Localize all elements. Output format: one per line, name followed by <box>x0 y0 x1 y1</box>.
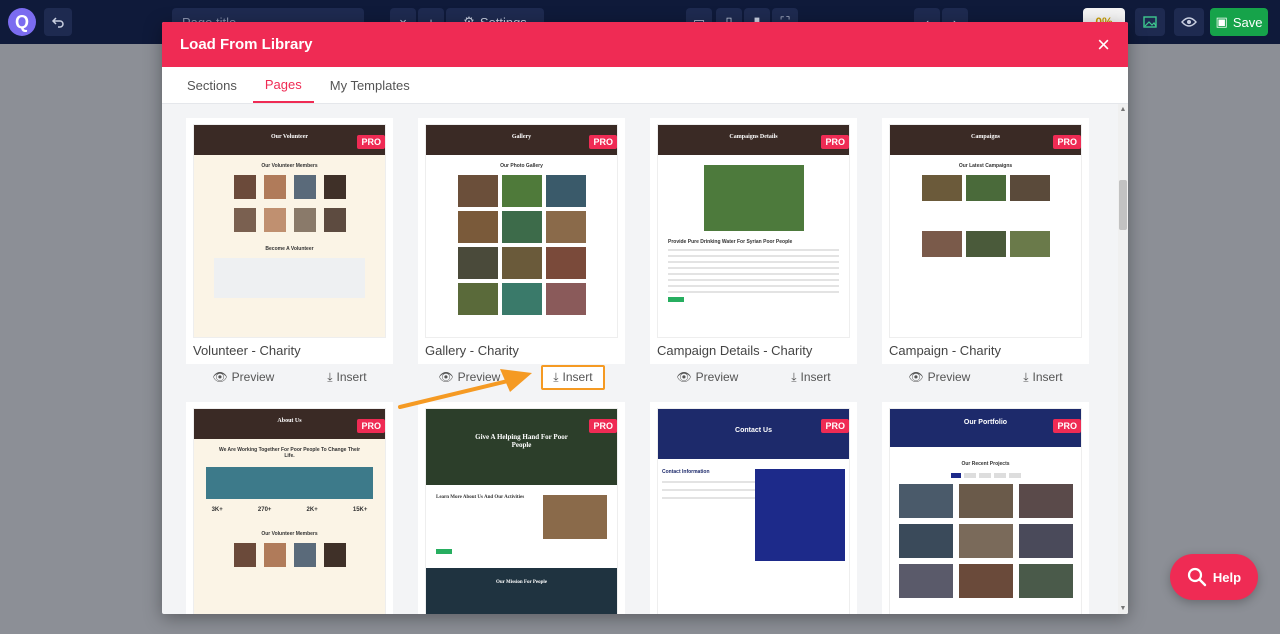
search-icon <box>1187 567 1207 587</box>
template-card: About Us We Are Working Together For Poo… <box>186 402 393 614</box>
close-button[interactable]: × <box>1097 33 1110 56</box>
pro-badge: PRO <box>1053 419 1081 433</box>
pro-badge: PRO <box>821 419 849 433</box>
template-card: Campaigns Our Latest Campaigns PRO Campa… <box>882 118 1089 390</box>
image-icon <box>1143 16 1157 28</box>
pro-badge: PRO <box>1053 135 1081 149</box>
modal-header: Load From Library × <box>162 22 1128 67</box>
tab-my-templates[interactable]: My Templates <box>318 67 422 103</box>
template-grid: Our Volunteer Our Volunteer Members Beco… <box>162 104 1118 614</box>
preview-button[interactable]: 👁 Preview <box>908 370 970 384</box>
template-card: Contact Us Contact Information PRO <box>650 402 857 614</box>
template-thumbnail[interactable]: About Us We Are Working Together For Poo… <box>193 408 386 614</box>
modal-title: Load From Library <box>180 36 313 53</box>
template-thumbnail[interactable]: Gallery Our Photo Gallery <box>425 124 618 338</box>
download-icon: ⤓ <box>791 369 797 384</box>
template-name: Volunteer - Charity <box>193 343 301 358</box>
eye-icon: 👁 <box>212 370 228 384</box>
template-name: Gallery - Charity <box>425 343 519 358</box>
insert-button[interactable]: ⤓ Insert <box>327 370 366 385</box>
template-name: Campaign Details - Charity <box>657 343 813 358</box>
template-thumbnail[interactable]: Our Volunteer Our Volunteer Members Beco… <box>193 124 386 338</box>
template-card: Campaigns Details Provide Pure Drinking … <box>650 118 857 390</box>
app-logo: Q <box>8 8 36 36</box>
tab-pages[interactable]: Pages <box>252 67 314 103</box>
tab-sections[interactable]: Sections <box>175 67 249 103</box>
scroll-up-arrow[interactable]: ▲ <box>1118 106 1128 113</box>
preview-button[interactable]: 👁 Preview <box>676 370 738 384</box>
insert-button[interactable]: ⤓ Insert <box>1023 370 1062 385</box>
library-tabs: Sections Pages My Templates <box>162 67 1128 104</box>
download-icon: ⤓ <box>1023 369 1029 384</box>
eye-icon: 👁 <box>676 370 692 384</box>
pro-badge: PRO <box>357 419 385 433</box>
template-card: Our Volunteer Our Volunteer Members Beco… <box>186 118 393 390</box>
eye-icon: 👁 <box>908 370 924 384</box>
undo-icon <box>51 17 64 28</box>
pro-badge: PRO <box>589 419 617 433</box>
image-button[interactable] <box>1135 8 1165 36</box>
download-icon: ⤓ <box>327 369 333 384</box>
template-card: Our Portfolio Our Recent Projects PRO <box>882 402 1089 614</box>
pro-badge: PRO <box>357 135 385 149</box>
pro-badge: PRO <box>821 135 849 149</box>
template-card: Gallery Our Photo Gallery PRO Gallery - … <box>418 118 625 390</box>
eye-icon <box>1181 17 1197 27</box>
template-thumbnail[interactable]: Give A Helping Hand For Poor People Lear… <box>425 408 618 614</box>
preview-button[interactable]: 👁 Preview <box>212 370 274 384</box>
scroll-down-arrow[interactable]: ▼ <box>1118 605 1128 612</box>
template-thumbnail[interactable]: Contact Us Contact Information <box>657 408 850 614</box>
preview-button[interactable] <box>1174 8 1204 36</box>
save-button[interactable]: ▣ Save <box>1210 8 1268 36</box>
help-button[interactable]: Help <box>1170 554 1258 600</box>
undo-button[interactable] <box>44 8 72 36</box>
download-icon: ⤓ <box>553 369 559 384</box>
pro-badge: PRO <box>589 135 617 149</box>
library-modal: Load From Library × Sections Pages My Te… <box>162 22 1128 614</box>
template-card: Give A Helping Hand For Poor People Lear… <box>418 402 625 614</box>
insert-button[interactable]: ⤓ Insert <box>541 364 605 390</box>
template-thumbnail[interactable]: Campaigns Our Latest Campaigns <box>889 124 1082 338</box>
template-thumbnail[interactable]: Campaigns Details Provide Pure Drinking … <box>657 124 850 338</box>
insert-button[interactable]: ⤓ Insert <box>791 370 830 385</box>
save-icon: ▣ <box>1215 14 1228 29</box>
template-name: Campaign - Charity <box>889 343 1001 358</box>
template-thumbnail[interactable]: Our Portfolio Our Recent Projects <box>889 408 1082 614</box>
preview-button[interactable]: 👁 Preview <box>438 370 500 384</box>
eye-icon: 👁 <box>438 370 454 384</box>
scroll-thumb[interactable] <box>1119 180 1127 230</box>
grid-scrollbar[interactable]: ▲ ▼ <box>1118 104 1128 614</box>
